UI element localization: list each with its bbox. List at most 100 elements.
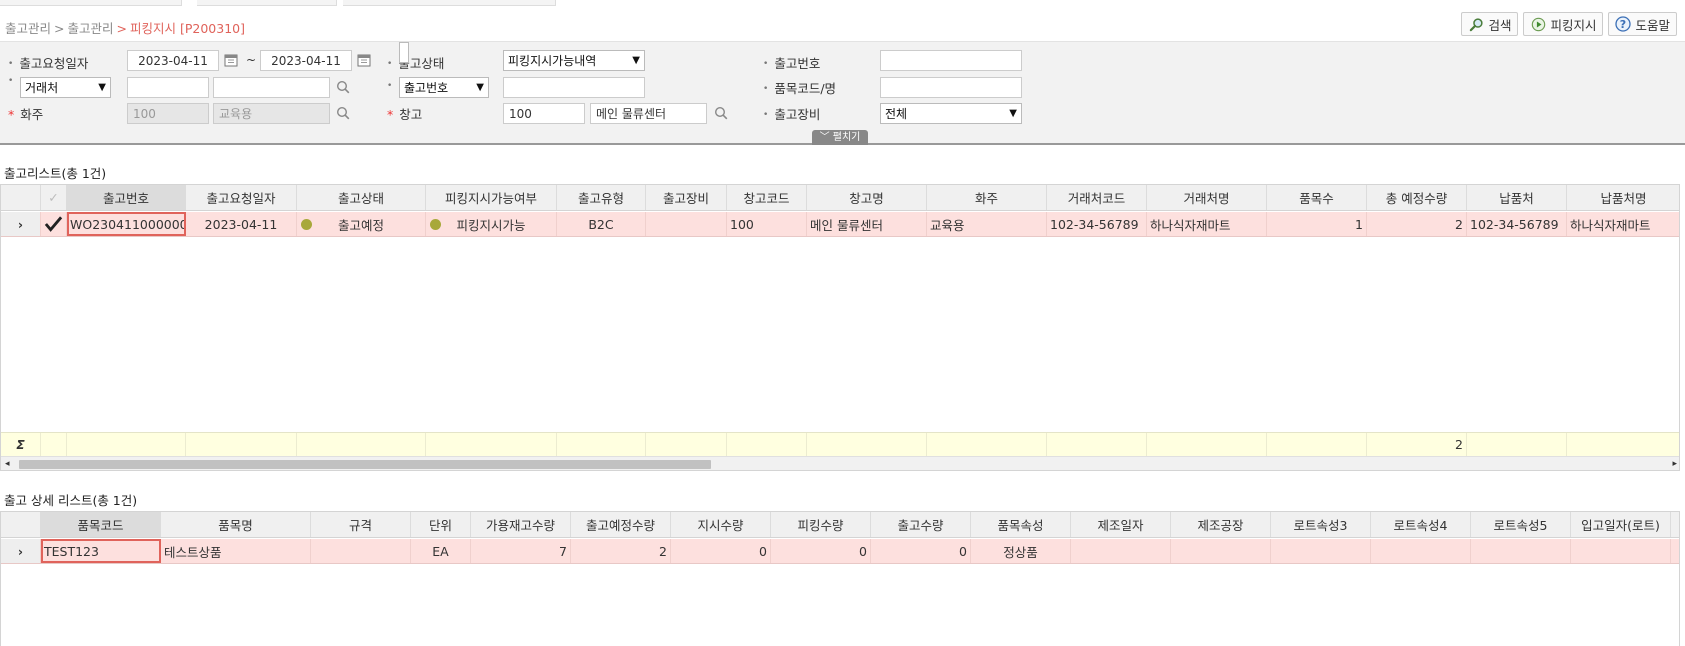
- summary-cell: [186, 433, 297, 456]
- cell-unit[interactable]: EA: [411, 539, 471, 563]
- search-icon[interactable]: [334, 77, 352, 97]
- cell-lot-attr3[interactable]: [1271, 539, 1371, 563]
- release-number-type-select[interactable]: 출고번호 ▼: [399, 77, 489, 98]
- request-date-to[interactable]: 2023-04-11: [260, 50, 352, 71]
- breadcrumb-level2[interactable]: 출고관리: [68, 21, 114, 36]
- warehouse-code-input[interactable]: 100: [503, 103, 585, 124]
- picking-order-button[interactable]: 피킹지시: [1523, 12, 1604, 36]
- column-header[interactable]: 로트속성4: [1371, 512, 1471, 537]
- equipment-select[interactable]: 전체 ▼: [880, 103, 1022, 124]
- cell-avail-qty[interactable]: 7: [471, 539, 571, 563]
- help-button[interactable]: ? 도움말: [1608, 12, 1677, 36]
- row-checkbox[interactable]: [41, 212, 67, 236]
- request-date-from[interactable]: 2023-04-11: [127, 50, 219, 71]
- cell-owner[interactable]: 교육용: [927, 212, 1047, 236]
- scroll-left-arrow-icon[interactable]: ◂: [5, 457, 10, 470]
- column-header[interactable]: 제조공장: [1171, 512, 1271, 537]
- column-header[interactable]: 입고일자(로트): [1571, 512, 1671, 537]
- summary-cell: [727, 433, 807, 456]
- column-header[interactable]: 규격: [311, 512, 411, 537]
- column-header[interactable]: 납품처명: [1567, 185, 1679, 210]
- row-expand-icon[interactable]: ›: [1, 539, 41, 563]
- cell-cust-name[interactable]: 하나식자재마트: [1147, 212, 1267, 236]
- warehouse-name-input[interactable]: 메인 물류센터: [590, 103, 707, 124]
- cell-wh-code[interactable]: 100: [727, 212, 807, 236]
- cell-item-name[interactable]: 테스트상품: [161, 539, 311, 563]
- number-type-select[interactable]: [399, 42, 409, 63]
- column-header[interactable]: 피킹수량: [771, 512, 871, 537]
- cell-item-count[interactable]: 1: [1267, 212, 1367, 236]
- column-header[interactable]: 가용재고수량: [471, 512, 571, 537]
- column-header[interactable]: 출고수량: [871, 512, 971, 537]
- cell-item-code[interactable]: TEST123: [41, 539, 161, 563]
- column-header[interactable]: 품목속성: [971, 512, 1071, 537]
- search-icon[interactable]: [334, 103, 352, 123]
- column-header[interactable]: 총 예정수량: [1367, 185, 1467, 210]
- cell-type[interactable]: B2C: [557, 212, 646, 236]
- cell-request-date[interactable]: 2023-04-11: [186, 212, 297, 236]
- column-header[interactable]: 출고유형: [557, 185, 646, 210]
- cell-attr[interactable]: 정상품: [971, 539, 1071, 563]
- column-header[interactable]: 출고번호: [67, 185, 186, 210]
- column-header[interactable]: 피킹지시가능여부: [426, 185, 557, 210]
- expand-toggle[interactable]: ﹀ 펼치기: [812, 130, 868, 145]
- column-header[interactable]: 창고명: [807, 185, 927, 210]
- column-header[interactable]: 제조일자: [1071, 512, 1171, 537]
- search-icon[interactable]: [712, 103, 730, 123]
- column-header[interactable]: 품목수: [1267, 185, 1367, 210]
- cell-mfg-plant[interactable]: [1171, 539, 1271, 563]
- row-expand-icon[interactable]: ›: [1, 212, 41, 236]
- breadcrumb-level1[interactable]: 출고관리: [5, 21, 51, 36]
- scrollbar-thumb[interactable]: [19, 460, 711, 469]
- cell-order-qty[interactable]: 0: [671, 539, 771, 563]
- table-row[interactable]: › WO2304110000001 2023-04-11 출고예정 피킹지시가능…: [1, 212, 1679, 237]
- cell-wh-name[interactable]: 메인 물류센터: [807, 212, 927, 236]
- cell-planned-qty[interactable]: 2: [571, 539, 671, 563]
- column-header[interactable]: 단위: [411, 512, 471, 537]
- select-all-checkbox[interactable]: ✓: [41, 185, 67, 210]
- column-header[interactable]: 로트속성3: [1271, 512, 1371, 537]
- cell-dest-name[interactable]: 하나식자재마트: [1567, 212, 1679, 236]
- customer-name-input[interactable]: [213, 77, 330, 98]
- cell-dest[interactable]: 102-34-56789: [1467, 212, 1567, 236]
- column-header[interactable]: 출고예정수량: [571, 512, 671, 537]
- cell-release-no[interactable]: WO2304110000001: [67, 212, 186, 236]
- cell-lot-attr5[interactable]: [1471, 539, 1571, 563]
- column-header[interactable]: 출고요청일자: [186, 185, 297, 210]
- cell-pick-qty[interactable]: 0: [771, 539, 871, 563]
- column-header[interactable]: 로트속성5: [1471, 512, 1571, 537]
- column-header[interactable]: 창고코드: [727, 185, 807, 210]
- horizontal-scrollbar[interactable]: ◂ ▸: [1, 456, 1679, 470]
- calendar-icon[interactable]: [224, 53, 238, 67]
- column-header[interactable]: 품목코드: [41, 512, 161, 537]
- status-select[interactable]: 피킹지시가능내역 ▼: [503, 50, 645, 71]
- cell-pick-ok[interactable]: 피킹지시가능: [426, 212, 557, 236]
- calendar-icon[interactable]: [357, 53, 371, 67]
- cell-status[interactable]: 출고예정: [297, 212, 426, 236]
- search-button[interactable]: 검색: [1461, 12, 1519, 36]
- column-header[interactable]: 거래처명: [1147, 185, 1267, 210]
- column-header[interactable]: 품목명: [161, 512, 311, 537]
- column-header[interactable]: 지시수량: [671, 512, 771, 537]
- column-header[interactable]: 출고장비: [646, 185, 727, 210]
- cell-mfg-date[interactable]: [1071, 539, 1171, 563]
- chevron-down-icon: ▼: [632, 55, 640, 66]
- cell-cust-code[interactable]: 102-34-56789: [1047, 212, 1147, 236]
- column-header[interactable]: 화주: [927, 185, 1047, 210]
- cell-spec[interactable]: [311, 539, 411, 563]
- cell-lot-in-date[interactable]: [1571, 539, 1671, 563]
- cell-equipment[interactable]: [646, 212, 727, 236]
- cell-out-qty[interactable]: 0: [871, 539, 971, 563]
- release-no-input[interactable]: [880, 50, 1022, 71]
- column-header[interactable]: 거래처코드: [1047, 185, 1147, 210]
- cell-lot-attr4[interactable]: [1371, 539, 1471, 563]
- customer-code-input[interactable]: [127, 77, 209, 98]
- cell-total-qty[interactable]: 2: [1367, 212, 1467, 236]
- table-row[interactable]: › TEST123 테스트상품 EA 7 2 0 0 0 정상품: [1, 539, 1679, 564]
- column-header[interactable]: 출고상태: [297, 185, 426, 210]
- scroll-right-arrow-icon[interactable]: ▸: [1672, 457, 1677, 470]
- release-number-input[interactable]: [503, 77, 645, 98]
- column-header[interactable]: 납품처: [1467, 185, 1567, 210]
- customer-type-select[interactable]: 거래처 ▼: [20, 77, 111, 98]
- item-input[interactable]: [880, 77, 1022, 98]
